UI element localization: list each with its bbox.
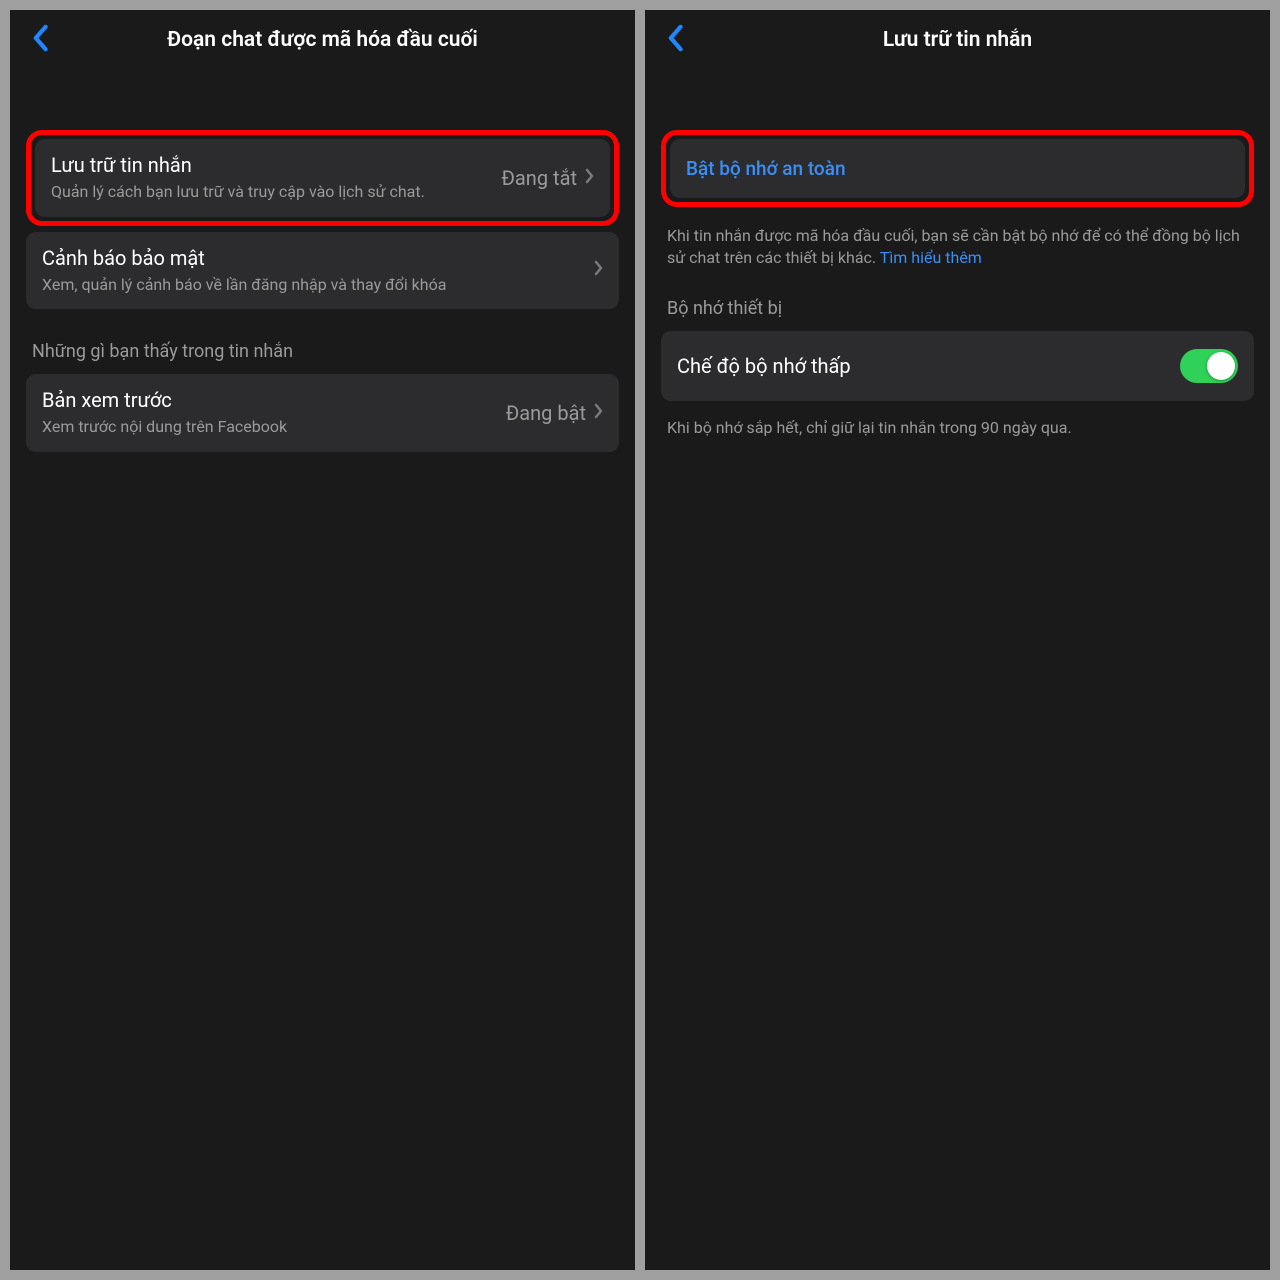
row-title: Lưu trữ tin nhắn — [51, 153, 492, 177]
toggle-knob — [1207, 352, 1235, 380]
back-button[interactable] — [659, 24, 691, 56]
highlight-box: Bật bộ nhớ an toàn — [661, 130, 1254, 207]
row-title: Bản xem trước — [42, 388, 496, 412]
toggle-low-storage[interactable] — [1180, 349, 1238, 383]
row-value: Đang tắt — [502, 166, 578, 190]
chevron-left-icon — [31, 24, 49, 56]
row-preview[interactable]: Bản xem trước Xem trước nội dung trên Fa… — [26, 374, 619, 452]
row-title: Bật bộ nhớ an toàn — [686, 157, 846, 180]
screen-encrypted-chat: Đoạn chat được mã hóa đầu cuối Lưu trữ t… — [10, 10, 635, 1270]
chevron-left-icon — [666, 24, 684, 56]
row-subtitle: Xem, quản lý cảnh báo về lần đăng nhập v… — [42, 274, 584, 296]
row-title: Cảnh báo bảo mật — [42, 246, 584, 270]
page-title: Đoạn chat được mã hóa đầu cuối — [24, 28, 621, 52]
section-header-device-storage: Bộ nhớ thiết bị — [661, 270, 1254, 331]
highlight-box: Lưu trữ tin nhắn Quản lý cách bạn lưu tr… — [26, 130, 619, 226]
screen-message-storage: Lưu trữ tin nhắn Bật bộ nhớ an toàn Khi … — [645, 10, 1270, 1270]
row-message-storage[interactable]: Lưu trữ tin nhắn Quản lý cách bạn lưu tr… — [35, 139, 610, 217]
row-enable-secure-storage[interactable]: Bật bộ nhớ an toàn — [670, 139, 1245, 198]
footnote-secure-storage: Khi tin nhắn được mã hóa đầu cuối, bạn s… — [661, 213, 1254, 270]
learn-more-link[interactable]: Tìm hiểu thêm — [880, 248, 982, 267]
content-area: Lưu trữ tin nhắn Quản lý cách bạn lưu tr… — [10, 66, 635, 1270]
chevron-right-icon — [594, 260, 603, 280]
row-subtitle: Quản lý cách bạn lưu trữ và truy cập vào… — [51, 181, 492, 203]
content-area: Bật bộ nhớ an toàn Khi tin nhắn được mã … — [645, 66, 1270, 1270]
row-subtitle: Xem trước nội dung trên Facebook — [42, 416, 496, 438]
section-header-what-you-see: Những gì bạn thấy trong tin nhắn — [26, 313, 619, 374]
header: Đoạn chat được mã hóa đầu cuối — [10, 10, 635, 66]
header: Lưu trữ tin nhắn — [645, 10, 1270, 66]
back-button[interactable] — [24, 24, 56, 56]
row-value: Đang bật — [506, 401, 586, 425]
page-title: Lưu trữ tin nhắn — [659, 28, 1256, 52]
row-security-alerts[interactable]: Cảnh báo bảo mật Xem, quản lý cảnh báo v… — [26, 232, 619, 310]
chevron-right-icon — [594, 403, 603, 423]
footnote-low-storage: Khi bộ nhớ sắp hết, chỉ giữ lại tin nhắn… — [661, 405, 1254, 439]
chevron-right-icon — [585, 168, 594, 188]
row-low-storage-mode[interactable]: Chế độ bộ nhớ thấp — [661, 331, 1254, 401]
row-title: Chế độ bộ nhớ thấp — [677, 354, 851, 378]
